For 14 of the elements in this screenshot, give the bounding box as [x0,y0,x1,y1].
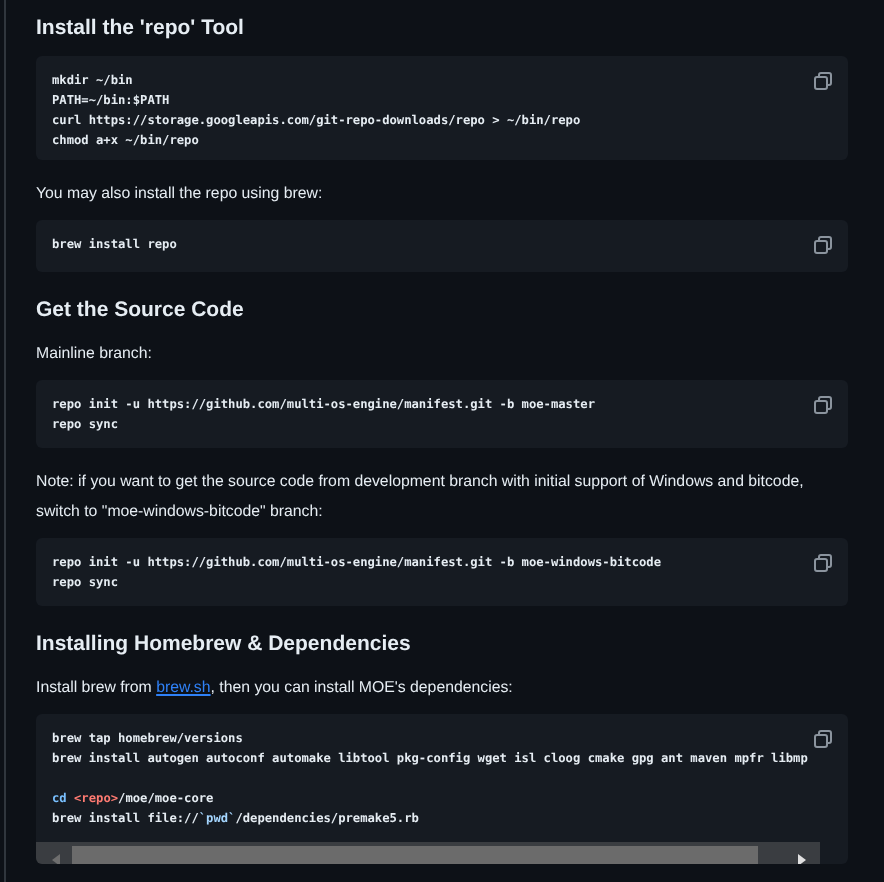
section-heading: Installing Homebrew & Dependencies [36,630,413,659]
copy-button[interactable] [814,395,832,414]
section-heading: Install the 'repo' Tool [36,14,246,42]
copy-icon [814,236,832,255]
copy-button[interactable] [814,730,832,749]
section-heading: Get the Source Code [36,295,246,324]
copy-button[interactable] [814,72,832,90]
copy-button[interactable] [814,236,832,255]
copy-icon [814,730,832,749]
copy-button[interactable] [814,553,832,572]
copy-icon [814,395,832,414]
scroll-right-icon[interactable] [798,853,806,864]
copy-icon [814,553,832,572]
copy-icon [814,72,832,90]
